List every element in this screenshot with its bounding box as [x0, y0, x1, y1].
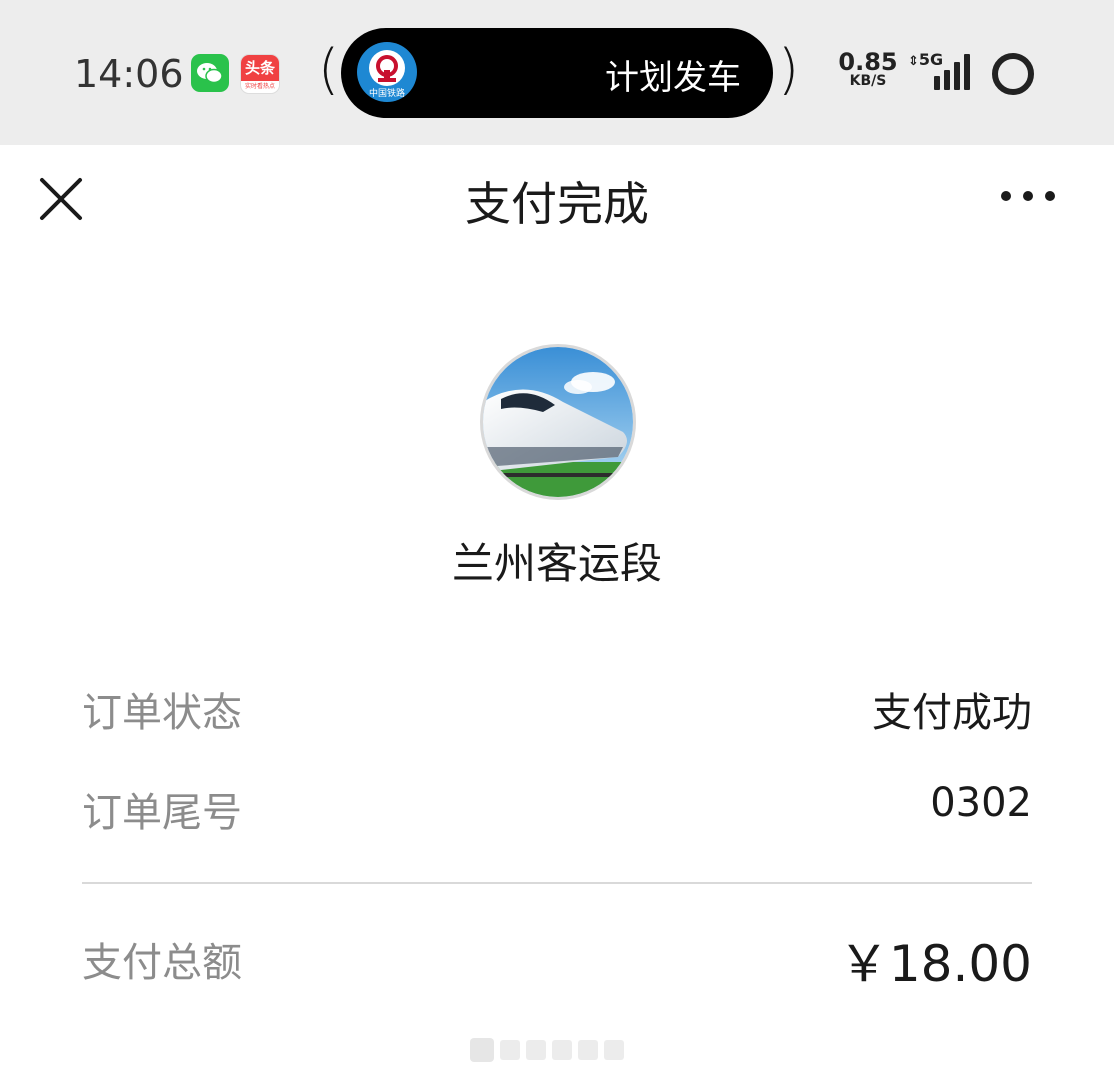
order-status-value: 支付成功	[872, 690, 1032, 736]
divider	[82, 882, 1032, 884]
live-activity-pill[interactable]: 中国铁路 计划发车	[341, 28, 773, 118]
merchant-avatar	[480, 344, 636, 500]
signal-icon: ⇕5G	[908, 50, 974, 92]
watermark	[470, 1032, 650, 1068]
order-status-row: 订单状态 支付成功	[82, 680, 1032, 750]
payment-total-label: 支付总额	[82, 940, 242, 986]
toutiao-label: 头条	[241, 55, 279, 81]
merchant-name: 兰州客运段	[451, 539, 662, 588]
order-tail-row: 订单尾号 0302	[82, 780, 1032, 850]
payment-total-row: 支付总额 ￥18.00	[82, 930, 1032, 1000]
clock: 14:06	[74, 52, 184, 96]
page-title: 支付完成	[465, 177, 649, 231]
toutiao-sub: 实时看热点	[244, 83, 275, 90]
order-status-label: 订单状态	[82, 690, 242, 736]
live-activity-text: 计划发车	[605, 58, 741, 98]
status-bar: 14:06 头条 实时看热点 ( 中国铁路 计划发车 ) 0.85 KB/S ⇕…	[0, 0, 1114, 231]
wechat-icon	[191, 54, 229, 92]
toutiao-icon: 头条 实时看热点	[240, 54, 280, 94]
live-activity-bracket-left: (	[318, 38, 340, 101]
order-tail-label: 订单尾号	[82, 790, 242, 836]
order-tail-value: 0302	[930, 780, 1032, 826]
network-speed-value: 0.85	[838, 48, 898, 76]
live-activity-bracket-right: )	[778, 38, 800, 101]
more-icon[interactable]	[998, 186, 1058, 206]
china-railway-icon: 中国铁路	[357, 42, 417, 102]
network-speed: 0.85 KB/S	[836, 50, 900, 88]
payment-total-value: ￥18.00	[838, 935, 1032, 993]
china-railway-label: 中国铁路	[368, 89, 405, 99]
battery-icon	[992, 53, 1034, 95]
payment-result: 兰州客运段 订单状态 支付成功 订单尾号 0302 支付总额 ￥18.00	[0, 272, 1114, 1080]
network-type-label: ⇕5G	[908, 50, 944, 69]
network-speed-unit: KB/S	[849, 73, 887, 89]
